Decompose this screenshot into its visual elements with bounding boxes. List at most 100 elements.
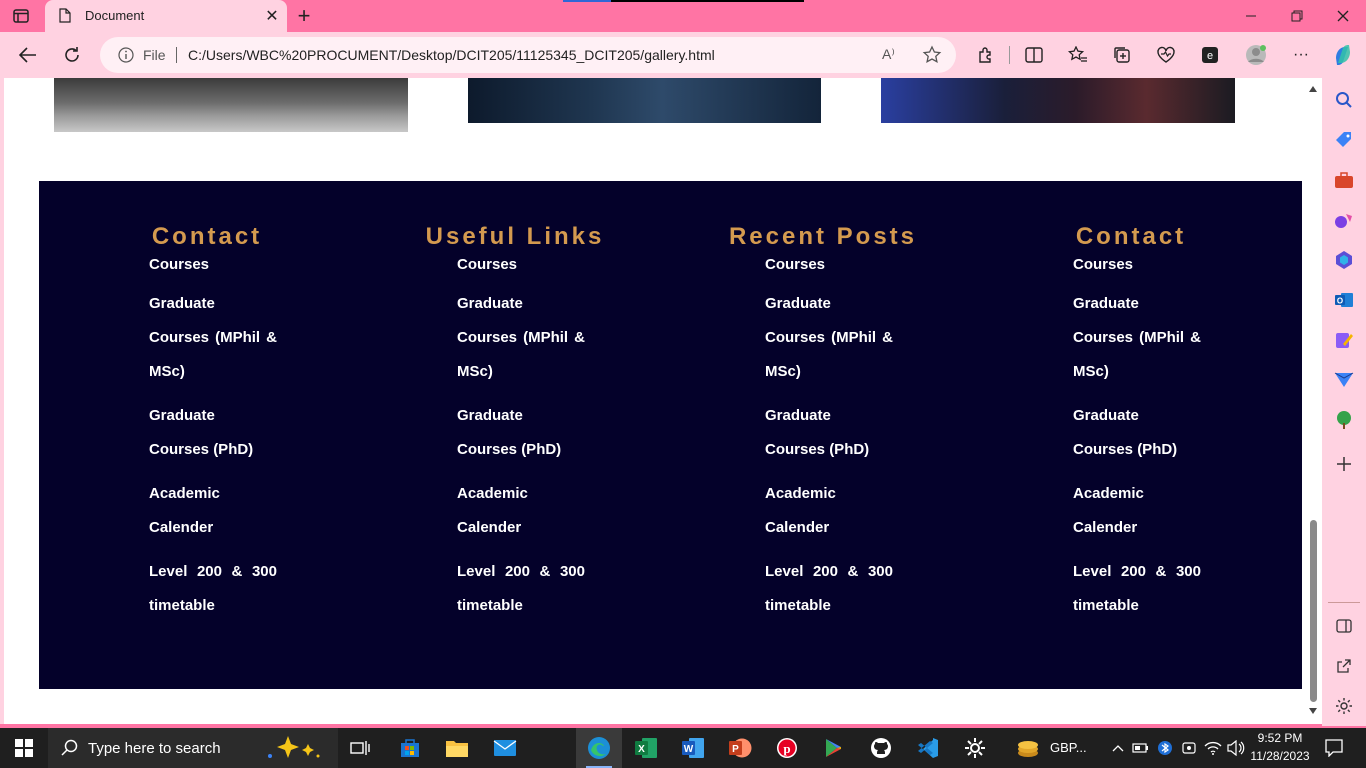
currency-coins-icon[interactable] [1016,736,1040,760]
outlook-icon[interactable]: O [1333,289,1355,311]
footer-link[interactable]: Level 200 & 300 timetable [1073,555,1201,623]
gear-icon[interactable] [1333,695,1355,717]
excel-icon[interactable]: X [634,736,658,760]
footer-link[interactable]: Academic Calender [149,477,277,545]
scroll-thumb[interactable] [1310,520,1317,702]
restore-button[interactable] [1282,5,1312,27]
windows-start-icon[interactable] [12,736,36,760]
footer-link[interactable]: Graduate Courses (PhD) [765,399,893,467]
gallery-image-keyboard-typing [468,78,821,123]
footer-heading: Useful Links [425,223,605,250]
mail-icon[interactable] [493,736,517,760]
search-highlight-icon [268,736,320,758]
extensions-icon[interactable] [975,44,997,66]
footer-heading: Contact [1075,223,1187,250]
task-view-icon[interactable] [348,736,372,760]
tree-icon[interactable] [1333,409,1355,431]
footer-link[interactable]: Graduate Courses (MPhil & MSc) [1073,287,1201,389]
settings-more-icon[interactable]: ··· [1290,44,1312,66]
page-viewport: Contact Courses Graduate Courses (MPhil … [0,78,1322,724]
notifications-icon[interactable] [1322,736,1346,760]
microsoft-365-icon[interactable] [1333,249,1355,271]
close-window-button[interactable] [1328,5,1358,27]
footer-link[interactable]: Graduate Courses (MPhil & MSc) [457,287,585,389]
collections-icon[interactable] [1111,44,1133,66]
footer-link[interactable]: Courses [765,253,893,277]
browser-essentials-icon[interactable] [1155,44,1177,66]
footer-link[interactable]: Academic Calender [457,477,585,545]
footer-link[interactable]: Graduate Courses (PhD) [457,399,585,467]
shopping-tag-icon[interactable] [1333,129,1355,151]
settings-gear-icon[interactable] [963,736,987,760]
edge-bar-icon[interactable]: e [1199,44,1221,66]
footer-link[interactable]: Courses [1073,253,1201,277]
site-footer: Contact Courses Graduate Courses (MPhil … [39,181,1302,689]
tools-briefcase-icon[interactable] [1333,169,1355,191]
open-external-icon[interactable] [1333,655,1355,677]
games-icon[interactable] [1333,209,1355,231]
info-icon[interactable] [118,47,134,63]
edge-browser-icon[interactable] [587,736,611,760]
footer-link[interactable]: Academic Calender [765,477,893,545]
taskbar-search-box[interactable]: Type here to search [48,728,338,768]
footer-link[interactable]: Level 200 & 300 timetable [765,555,893,623]
copilot-icon[interactable] [1332,44,1354,66]
search-icon[interactable] [1333,89,1355,111]
read-aloud-icon[interactable]: A⁾ [882,46,900,64]
scheme-label: File [143,47,166,63]
profile-avatar[interactable] [1245,44,1267,66]
clock-date[interactable]: 11/28/2023 [1248,749,1312,763]
designer-icon[interactable] [1333,329,1355,351]
browser-tab[interactable]: Document ✕ [45,0,287,32]
favorite-star-icon[interactable] [922,45,942,65]
word-icon[interactable]: W [681,736,705,760]
footer-link[interactable]: Level 200 & 300 timetable [457,555,585,623]
footer-heading: Recent Posts [728,223,918,250]
github-icon[interactable] [869,736,893,760]
scroll-down-arrow-icon[interactable] [1309,708,1317,714]
split-screen-icon[interactable] [1023,44,1045,66]
weather-widget-text[interactable]: GBP... [1050,740,1087,755]
chevron-up-icon[interactable] [1106,736,1130,760]
footer-link[interactable]: Courses [149,253,277,277]
gallery-image-computer-lab [54,78,408,132]
sidebar-divider [1328,602,1360,603]
url-text[interactable]: C:/Users/WBC%20PROCUMENT/Desktop/DCIT205… [188,47,715,63]
footer-heading: Contact [151,223,263,250]
battery-icon[interactable] [1129,736,1153,760]
clock-time[interactable]: 9:52 PM [1248,731,1312,745]
footer-link[interactable]: Graduate Courses (PhD) [1073,399,1201,467]
scroll-up-arrow-icon[interactable] [1309,86,1317,92]
file-explorer-icon[interactable] [445,736,469,760]
new-tab-button[interactable]: + [293,3,315,28]
footer-column-contact-2: Contact Courses Graduate Courses (MPhil … [1013,223,1249,633]
address-bar[interactable]: File C:/Users/WBC%20PROCUMENT/Desktop/DC… [100,37,956,73]
favorites-icon[interactable] [1067,44,1089,66]
microsoft-store-icon[interactable] [398,736,422,760]
page-scrollbar[interactable] [1305,78,1322,724]
add-icon[interactable] [1333,453,1355,475]
volume-icon[interactable] [1224,736,1248,760]
google-play-icon[interactable] [822,736,846,760]
footer-link[interactable]: Graduate Courses (MPhil & MSc) [765,287,893,389]
meet-now-icon[interactable] [1177,736,1201,760]
powerpoint-icon[interactable]: P [728,736,752,760]
tab-actions-icon[interactable] [12,7,30,25]
svg-text:O: O [1337,297,1343,306]
vscode-icon[interactable] [916,736,940,760]
close-tab-icon[interactable]: ✕ [263,7,281,25]
footer-link[interactable]: Graduate Courses (MPhil & MSc) [149,287,277,389]
footer-link[interactable]: Courses [457,253,585,277]
wifi-icon[interactable] [1201,736,1225,760]
footer-link[interactable]: Graduate Courses (PhD) [149,399,277,467]
bluetooth-icon[interactable] [1153,736,1177,760]
refresh-icon[interactable] [61,44,83,66]
minimize-button[interactable] [1236,5,1266,27]
footer-link[interactable]: Level 200 & 300 timetable [149,555,277,623]
send-icon[interactable] [1333,369,1355,391]
pinterest-icon[interactable]: p [775,736,799,760]
footer-link[interactable]: Academic Calender [1073,477,1201,545]
sidebar-panel-icon[interactable] [1333,615,1355,637]
tab-title: Document [85,8,145,23]
back-arrow-icon[interactable] [17,44,39,66]
